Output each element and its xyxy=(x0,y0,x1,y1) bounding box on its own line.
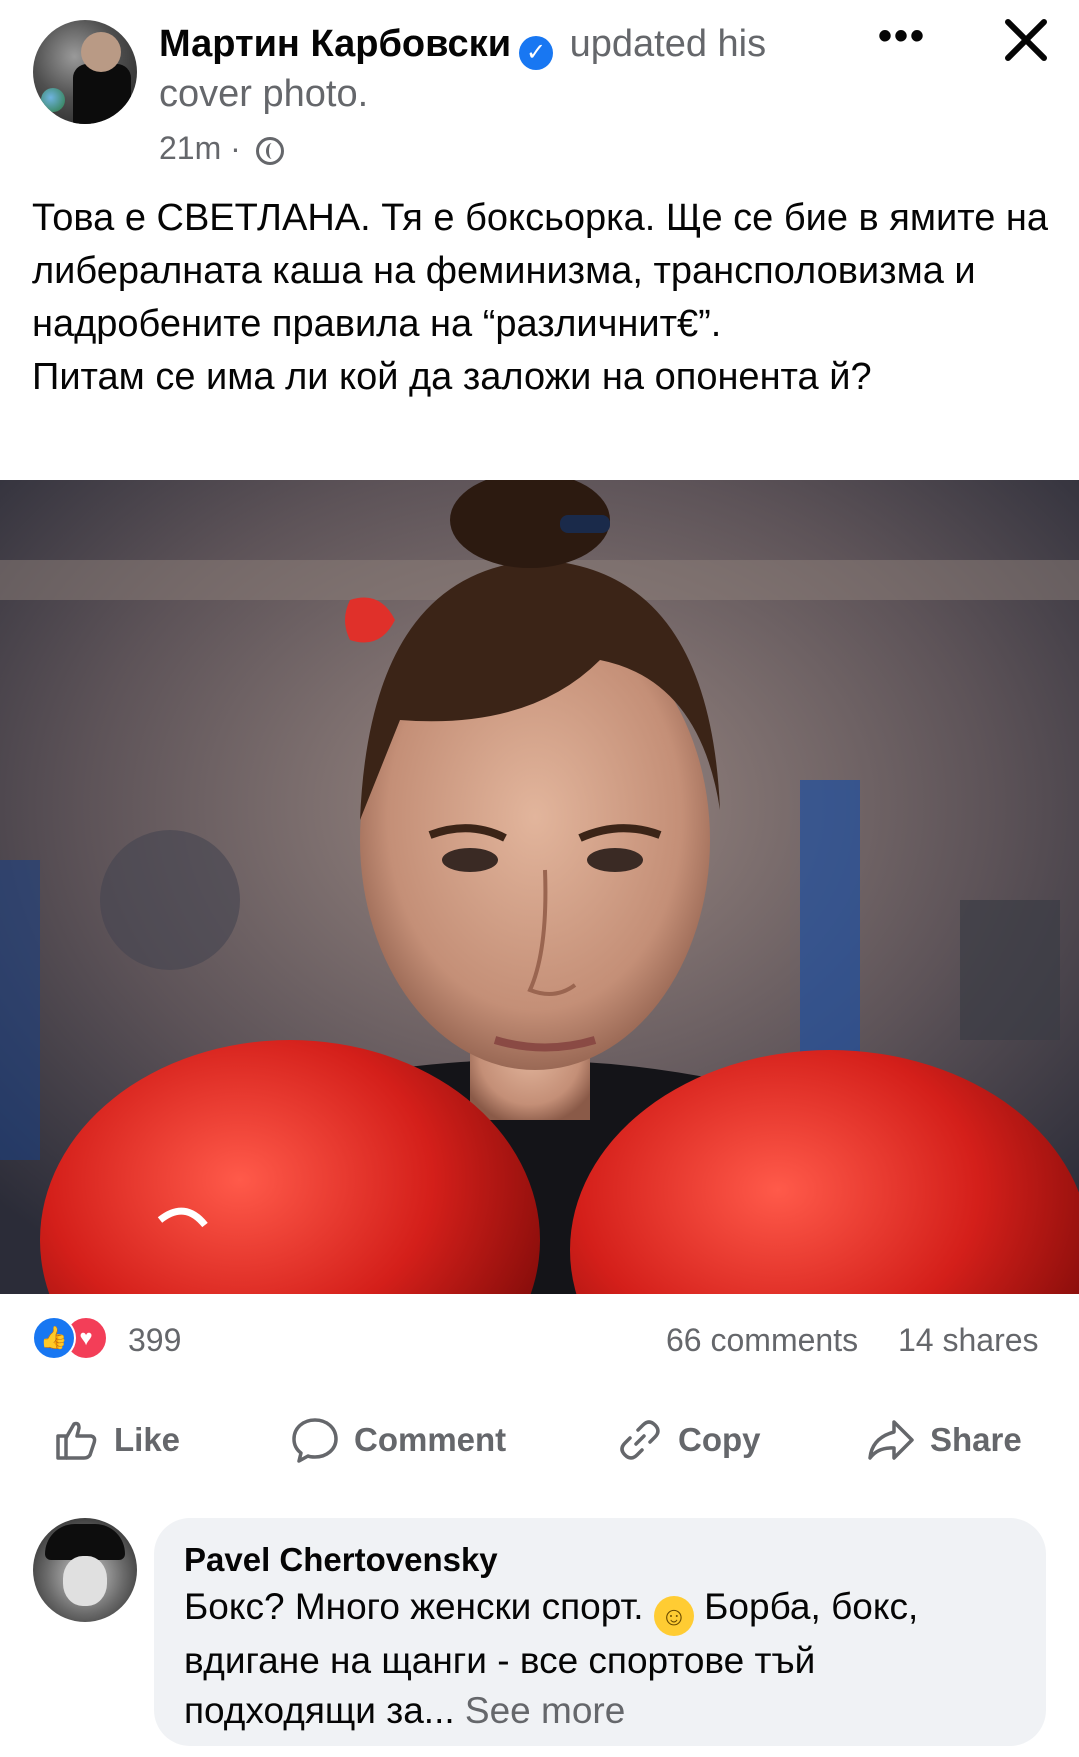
close-button[interactable] xyxy=(996,10,1056,70)
author-name[interactable]: Мартин Карбовски xyxy=(159,23,511,65)
reaction-stats-bar: 👍 ♥ 399 66 comments 14 shares xyxy=(0,1312,1079,1364)
post-photo[interactable] xyxy=(0,480,1079,1294)
reaction-count[interactable]: 399 xyxy=(128,1322,181,1359)
comment-bubble-icon xyxy=(292,1418,338,1463)
like-reaction-icon[interactable]: 👍 xyxy=(32,1316,76,1360)
share-label: Share xyxy=(930,1421,1022,1458)
copy-label: Copy xyxy=(678,1421,761,1458)
comment-text-start: Бокс? Много женски спорт. xyxy=(184,1586,654,1627)
comment-button[interactable]: Comment xyxy=(290,1400,506,1480)
globe-icon xyxy=(255,137,284,165)
avatar-face xyxy=(81,32,121,72)
post-title: Мартин Карбовски ✓ updated his cover phot… xyxy=(159,20,839,118)
like-label: Like xyxy=(114,1421,181,1458)
share-button[interactable]: Share xyxy=(866,1400,1022,1480)
comment-label: Comment xyxy=(354,1421,507,1458)
commenter-avatar[interactable] xyxy=(33,1518,137,1622)
thumbs-up-icon xyxy=(56,1421,97,1460)
post-meta: 21m · xyxy=(159,130,284,167)
meta-separator: · xyxy=(230,130,241,166)
avatar-globe-badge xyxy=(41,88,65,112)
smiley-emoji-icon: ☺ xyxy=(653,1596,694,1636)
close-icon xyxy=(1005,19,1047,61)
like-button[interactable]: Like xyxy=(52,1400,180,1480)
copy-button[interactable]: Copy xyxy=(616,1400,761,1480)
post-text-paragraph-1: Това е СВЕТЛАНА. Тя е боксьорка. Ще се б… xyxy=(32,197,1048,345)
verified-check-icon: ✓ xyxy=(519,36,554,70)
avatar-cap xyxy=(45,1524,125,1560)
see-more-link[interactable]: See more xyxy=(455,1690,625,1731)
boxer-photo-illustration xyxy=(0,480,1079,1294)
comment-author[interactable]: Pavel Chertovensky xyxy=(184,1538,1016,1582)
post-text-paragraph-2: Питам се има ли кой да заложи на опонент… xyxy=(32,356,872,398)
comments-count[interactable]: 66 comments xyxy=(666,1322,858,1359)
avatar-face xyxy=(63,1556,107,1606)
avatar-shirt xyxy=(73,64,131,124)
more-options-button[interactable]: ••• xyxy=(872,14,932,64)
author-avatar[interactable] xyxy=(33,20,137,124)
post-body: Това е СВЕТЛАНА. Тя е боксьорка. Ще се б… xyxy=(32,192,1052,404)
link-icon xyxy=(620,1420,660,1460)
comment-text: Бокс? Много женски спорт. ☺ Борба, бокс,… xyxy=(184,1582,1016,1736)
post-header: Мартин Карбовски ✓ updated his cover phot… xyxy=(0,0,1079,170)
post-timestamp[interactable]: 21m xyxy=(159,130,221,166)
shares-count[interactable]: 14 shares xyxy=(898,1322,1039,1359)
post-actions-bar: Like Comment Copy Share xyxy=(0,1400,1079,1480)
share-arrow-icon xyxy=(868,1420,914,1460)
comment-bubble: Pavel Chertovensky Бокс? Много женски сп… xyxy=(154,1518,1046,1746)
